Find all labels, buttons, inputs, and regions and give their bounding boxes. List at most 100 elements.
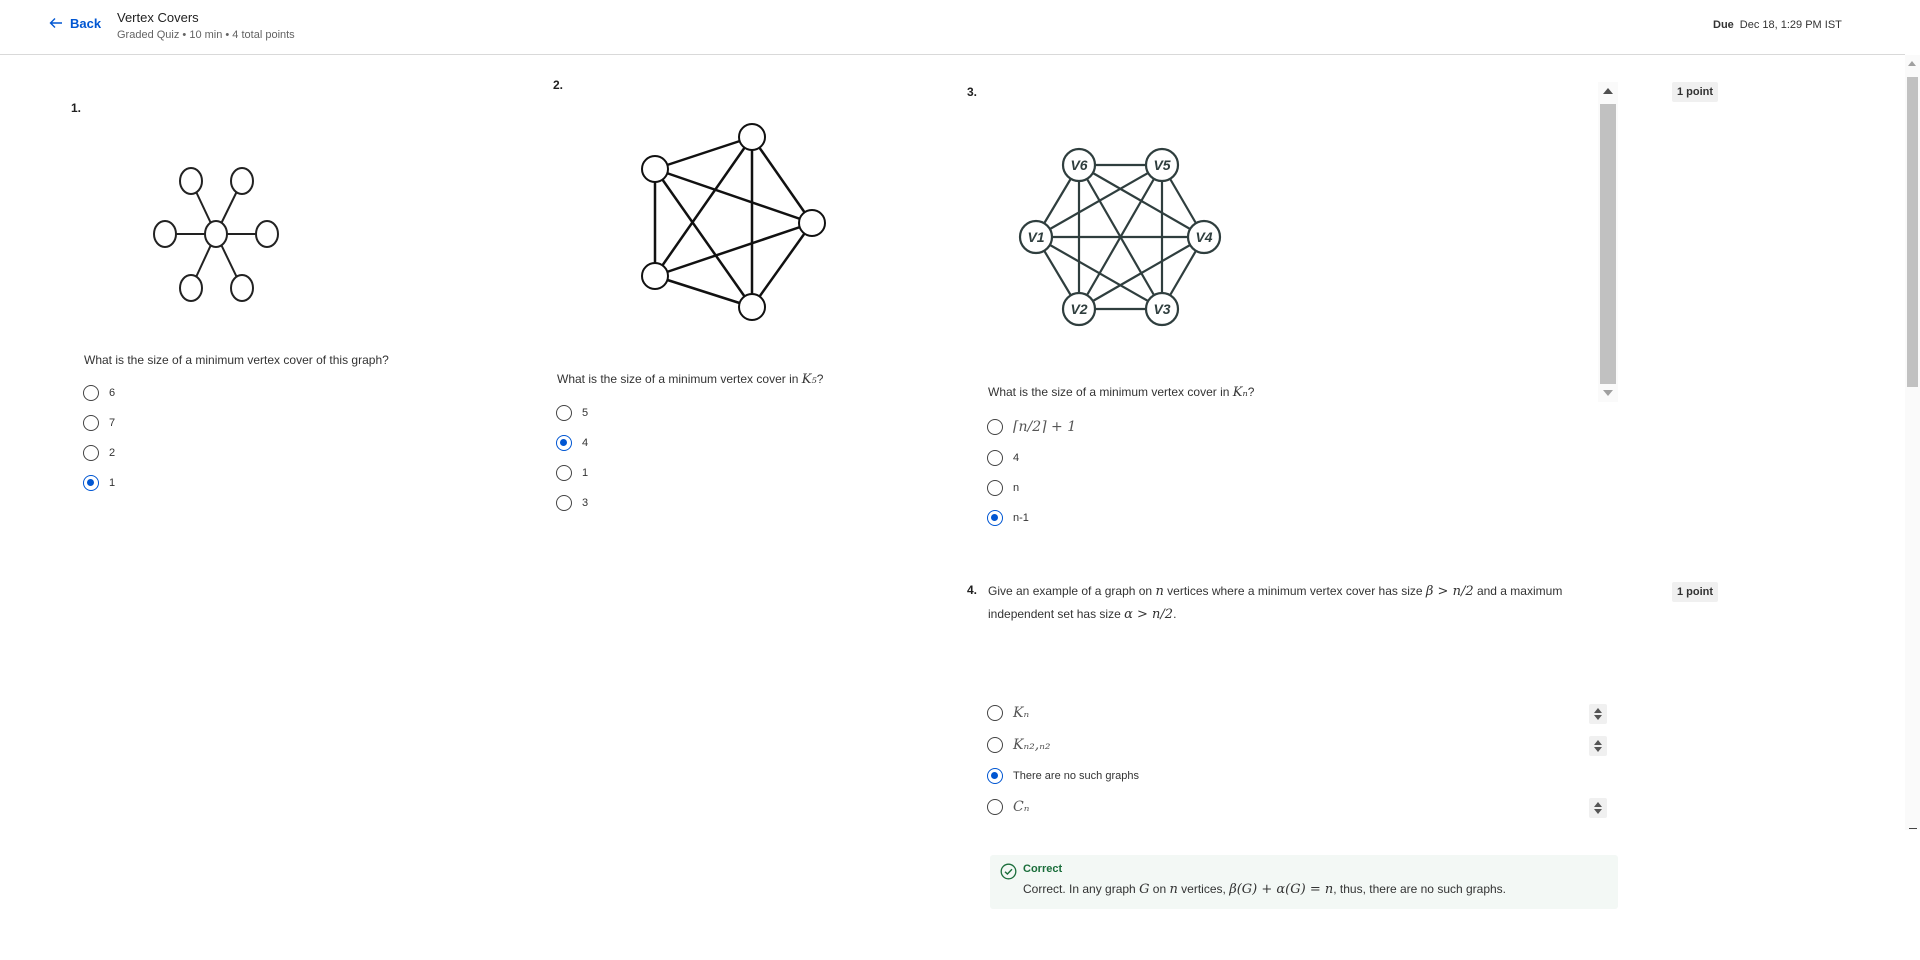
prompt-text: Give an example of a graph on — [988, 584, 1156, 598]
due-date: Due Dec 18, 1:29 PM IST — [1713, 19, 1842, 31]
scrollbar-thumb[interactable] — [1907, 77, 1918, 387]
option-label: 7 — [109, 417, 116, 429]
radio-button[interactable] — [83, 445, 99, 461]
question-2-option-2[interactable]: 4 — [556, 435, 588, 451]
question-3-scrollbar[interactable] — [1598, 82, 1618, 402]
math-g: G — [1139, 882, 1150, 897]
option-label: 1 — [109, 477, 116, 489]
radio-button[interactable] — [987, 705, 1003, 721]
feedback-part: vertices, — [1177, 882, 1230, 896]
prompt-text: What is the size of a minimum vertex cov… — [988, 385, 1233, 399]
prompt-line-1: Give an example of a graph on n vertices… — [988, 580, 1608, 603]
question-2-option-3[interactable]: 1 — [556, 465, 588, 481]
option-label: 6 — [109, 387, 116, 399]
vertex-label: V1 — [1027, 229, 1044, 245]
prompt-text: ? — [1247, 385, 1255, 399]
question-3-option-4[interactable]: n-1 — [987, 510, 1029, 526]
quiz-meta: Graded Quiz • 10 min • 4 total points — [117, 29, 295, 41]
prompt-line-2: independent set has size α > n/2. — [988, 603, 1608, 626]
feedback-part: on — [1149, 882, 1170, 896]
math-kn: Kₙ — [1232, 385, 1248, 400]
vertex-label: V3 — [1153, 301, 1170, 317]
question-1-option-4[interactable]: 1 — [83, 475, 115, 491]
question-2-option-1[interactable]: 5 — [556, 405, 588, 421]
question-1-option-3[interactable]: 2 — [83, 445, 115, 461]
question-3-option-3[interactable]: n — [987, 480, 1019, 496]
radio-button[interactable] — [987, 450, 1003, 466]
scroll-down-arrow[interactable] — [1603, 390, 1613, 396]
radio-button[interactable] — [83, 415, 99, 431]
prompt-text: . — [1173, 607, 1177, 621]
radio-button[interactable] — [987, 799, 1003, 815]
option-label: 1 — [582, 467, 589, 479]
feedback-part: , thus, there are no such graphs. — [1333, 882, 1507, 896]
back-button[interactable]: Back — [48, 15, 101, 31]
arrow-left-icon — [49, 18, 62, 28]
question-3-option-1[interactable]: ⌈n/2⌉ + 1 — [987, 419, 1076, 435]
question-3-k6-graph: V6 V5 V1 V4 V2 V3 — [1018, 147, 1222, 327]
question-1-prompt: What is the size of a minimum vertex cov… — [84, 353, 389, 367]
radio-button[interactable] — [987, 480, 1003, 496]
prompt-text: independent set has size — [988, 607, 1125, 621]
radio-button-selected[interactable] — [83, 475, 99, 491]
question-1-option-1[interactable]: 6 — [83, 385, 115, 401]
question-1-star-graph — [153, 167, 279, 302]
prompt-text: ? — [816, 372, 824, 386]
vertex-label: V2 — [1070, 301, 1087, 317]
radio-button[interactable] — [556, 495, 572, 511]
radio-button[interactable] — [556, 405, 572, 421]
quiz-title: Vertex Covers — [117, 10, 199, 25]
due-value: Dec 18, 1:29 PM IST — [1739, 19, 1842, 31]
back-label: Back — [70, 15, 102, 31]
math-n: n — [1169, 882, 1178, 897]
option-label: n — [1013, 482, 1020, 494]
question-1-number: 1. — [71, 101, 82, 115]
scroll-up-arrow[interactable] — [1603, 88, 1613, 94]
due-label: Due — [1713, 19, 1734, 31]
option-label: Kₙ — [1013, 705, 1030, 721]
question-3-option-2[interactable]: 4 — [987, 450, 1019, 466]
question-2-prompt: What is the size of a minimum vertex cov… — [557, 368, 823, 391]
scrollbar-thumb[interactable] — [1600, 104, 1616, 384]
scroll-end-mark — [1909, 828, 1917, 829]
question-4-points-badge: 1 point — [1672, 582, 1719, 602]
page-scrollbar[interactable] — [1905, 55, 1920, 830]
option-label: 4 — [582, 437, 589, 449]
math-k5: K₅ — [801, 372, 817, 387]
radio-button[interactable] — [987, 419, 1003, 435]
question-4-option-2[interactable]: Kₙ₂,ₙ₂ — [987, 737, 1050, 753]
option-label: n-1 — [1013, 512, 1029, 524]
question-2-option-4[interactable]: 3 — [556, 495, 588, 511]
feedback-title: Correct — [1023, 863, 1063, 875]
radio-button-selected[interactable] — [987, 768, 1003, 784]
radio-button-selected[interactable] — [556, 435, 572, 451]
question-2-number: 2. — [553, 78, 564, 92]
question-4-option-1[interactable]: Kₙ — [987, 705, 1029, 721]
question-1-option-2[interactable]: 7 — [83, 415, 115, 431]
math-beta: β > n/2 — [1425, 584, 1474, 599]
vertex-label: V5 — [1153, 157, 1170, 173]
math-alpha: α > n/2 — [1124, 607, 1174, 622]
question-3-points-badge: 1 point — [1672, 82, 1719, 102]
question-4-prompt: Give an example of a graph on n vertices… — [988, 580, 1608, 626]
radio-button[interactable] — [83, 385, 99, 401]
radio-button-selected[interactable] — [987, 510, 1003, 526]
option-label: Cₙ — [1013, 799, 1030, 815]
question-4-option-3[interactable]: There are no such graphs — [987, 768, 1139, 784]
option-label: ⌈n/2⌉ + 1 — [1013, 419, 1077, 435]
prompt-text: and a maximum — [1473, 584, 1563, 598]
question-3-prompt: What is the size of a minimum vertex cov… — [988, 381, 1254, 404]
vertex-label: V6 — [1070, 157, 1087, 173]
radio-button[interactable] — [987, 737, 1003, 753]
question-4-option-4[interactable]: Cₙ — [987, 799, 1029, 815]
option-label: 3 — [582, 497, 589, 509]
math-n: n — [1155, 584, 1164, 599]
reorder-spinner[interactable] — [1589, 704, 1607, 724]
question-2-k5-graph — [641, 123, 826, 321]
prompt-text: vertices where a minimum vertex cover ha… — [1163, 584, 1426, 598]
scroll-up-arrow[interactable] — [1908, 61, 1916, 66]
reorder-spinner[interactable] — [1589, 736, 1607, 756]
reorder-spinner[interactable] — [1589, 798, 1607, 818]
radio-button[interactable] — [556, 465, 572, 481]
question-4-number: 4. — [967, 583, 978, 597]
